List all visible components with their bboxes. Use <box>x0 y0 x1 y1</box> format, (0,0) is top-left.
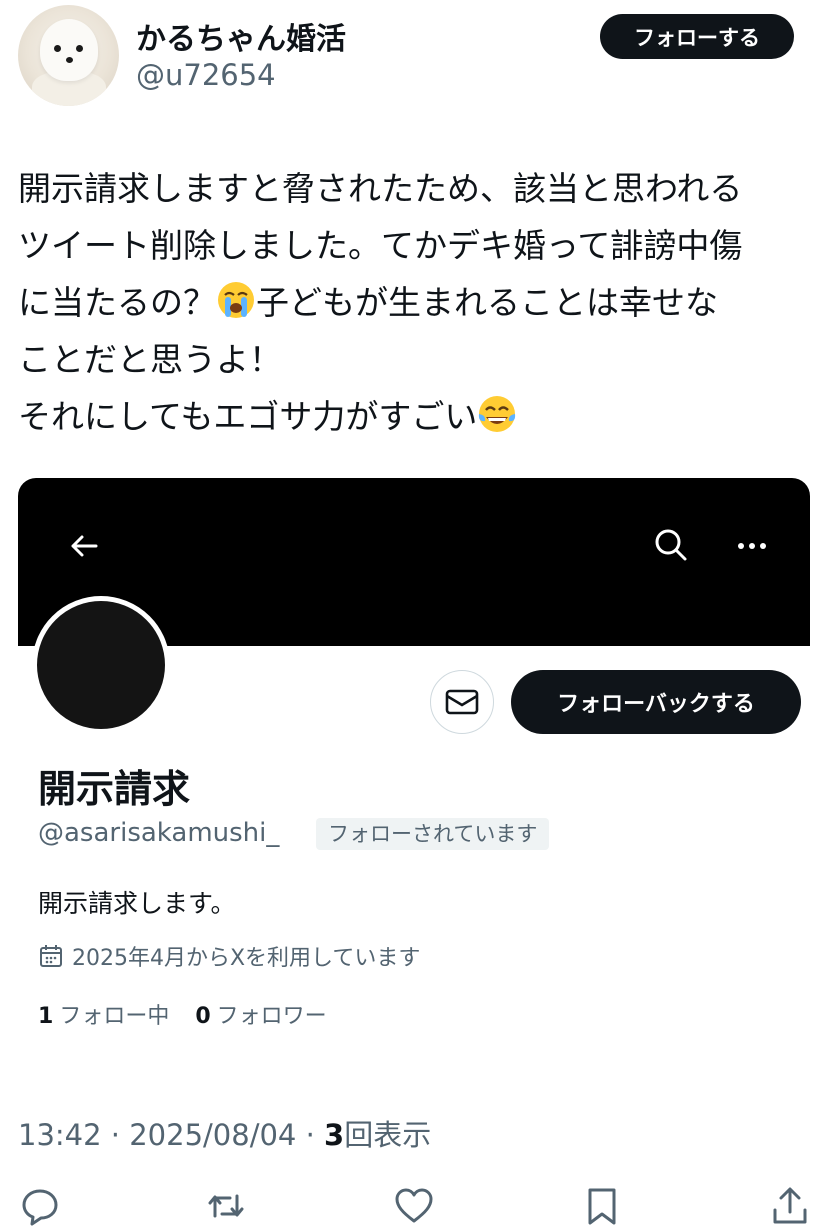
profile-name: 開示請求 <box>38 767 191 811</box>
tweet-meta: 13:42 · 2025/08/04 · 3回表示 <box>18 1118 432 1152</box>
tweet-text: 開示請求しますと脅されたため、該当と思われる ツイート削除しました。てかデキ婚っ… <box>18 160 818 445</box>
face-with-tears-of-joy-icon <box>479 396 516 432</box>
share-icon[interactable] <box>770 1186 810 1226</box>
joined-text: 2025年4月からXを利用しています <box>72 946 421 971</box>
tweet-line: 開示請求しますと脅されたため、該当と思われる <box>18 169 743 208</box>
author-handle[interactable]: @u72654 <box>136 58 276 92</box>
tweet-line-with-emoji: に当たるの？ 子どもが生まれることは幸せな <box>18 274 818 331</box>
tweet-line: ことだと思うよ！ <box>18 340 282 379</box>
avatar-nose <box>66 57 73 63</box>
back-arrow-icon[interactable] <box>66 528 102 564</box>
followers-label: フォロワー <box>216 1004 327 1029</box>
author-avatar[interactable] <box>18 5 119 106</box>
followers-stat[interactable]: 0 フォロワー <box>195 998 326 1030</box>
calendar-icon <box>40 945 62 967</box>
reply-icon[interactable] <box>20 1186 60 1226</box>
envelope-icon <box>445 689 479 715</box>
follow-back-button[interactable]: フォローバックする <box>511 670 801 734</box>
avatar-dog-head <box>40 19 98 81</box>
views-count: 3 <box>324 1118 345 1152</box>
bookmark-icon[interactable] <box>582 1186 622 1226</box>
tweet-segment: 子どもが生まれることは幸せな <box>256 283 718 322</box>
follows-you-badge: フォローされています <box>316 818 550 850</box>
followers-count: 0 <box>195 1004 211 1029</box>
profile-avatar[interactable] <box>32 596 170 734</box>
avatar-eye <box>76 45 83 52</box>
tweet-time[interactable]: 13:42 <box>18 1118 102 1152</box>
tweet-segment: それにしてもエゴサ力がすごい <box>18 397 478 436</box>
profile-screenshot[interactable]: フォローバックする 開示請求 @asarisakamushi_ フォローされてい… <box>18 478 810 1078</box>
search-icon[interactable] <box>652 526 690 564</box>
author-name[interactable]: かるちゃん婚活 <box>136 14 346 58</box>
message-button[interactable] <box>430 670 494 734</box>
avatar-eye <box>54 45 61 52</box>
profile-stats: 1 フォロー中 0 フォロワー <box>38 998 327 1030</box>
like-icon[interactable] <box>394 1186 434 1226</box>
tweet-segment: に当たるの？ <box>18 283 216 322</box>
action-bar <box>0 1180 828 1232</box>
follow-button[interactable]: フォローする <box>600 14 794 59</box>
views-label: 回表示 <box>344 1118 432 1152</box>
profile-bio: 開示請求します。 <box>38 889 236 918</box>
tweet-line-with-emoji: それにしてもエゴサ力がすごい <box>18 388 818 445</box>
tweet-line: ツイート削除しました。てかデキ婚って誹謗中傷 <box>18 226 743 265</box>
tweet-date[interactable]: 2025/08/04 <box>129 1118 296 1152</box>
following-stat[interactable]: 1 フォロー中 <box>38 998 169 1030</box>
following-count: 1 <box>38 1004 54 1029</box>
more-icon[interactable] <box>734 528 770 564</box>
profile-handle: @asarisakamushi_ <box>38 818 280 848</box>
retweet-icon[interactable] <box>206 1186 246 1226</box>
following-label: フォロー中 <box>59 1004 170 1029</box>
profile-joined: 2025年4月からXを利用しています <box>38 940 420 972</box>
loudly-crying-face-icon <box>218 282 254 318</box>
